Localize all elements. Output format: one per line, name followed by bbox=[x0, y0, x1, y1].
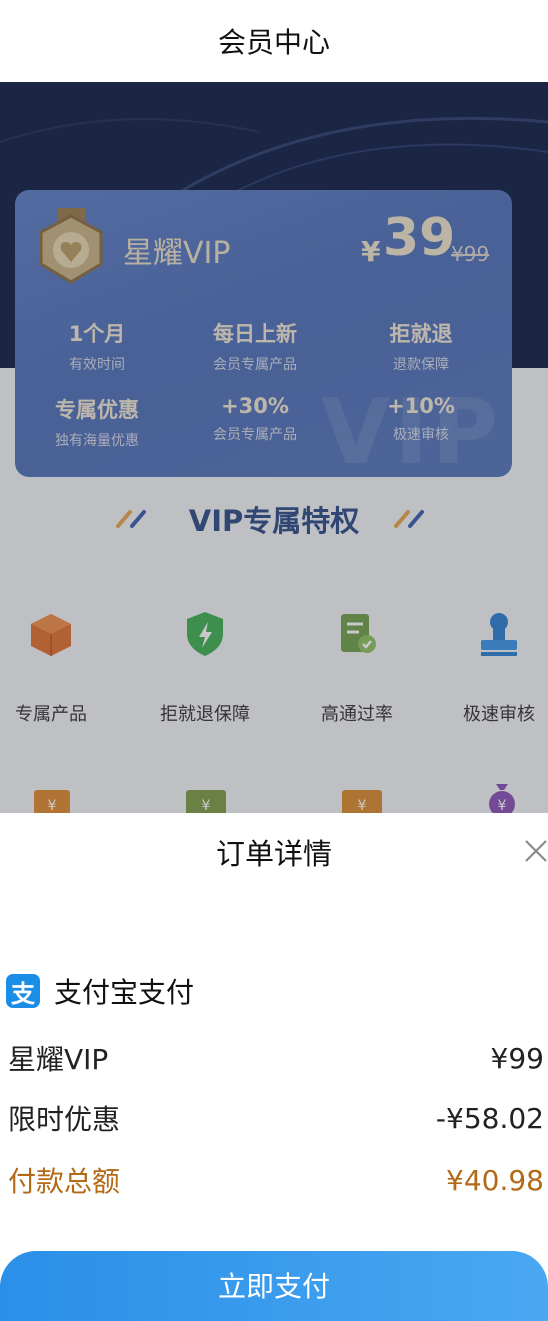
order-row-discount: 限时优惠 -¥58.02 bbox=[8, 1098, 544, 1138]
order-title: 订单详情 bbox=[215, 837, 332, 871]
page-header: 会员中心 bbox=[0, 0, 548, 82]
order-row-total: 付款总额 ¥40.98 bbox=[8, 1160, 544, 1200]
order-row-item: 星耀VIP ¥99 bbox=[8, 1038, 544, 1078]
payment-method-label: 支付宝支付 bbox=[54, 976, 195, 1009]
modal-overlay[interactable] bbox=[0, 82, 548, 818]
order-row-label: 付款总额 bbox=[8, 1165, 121, 1198]
order-row-value: ¥40.98 bbox=[446, 1163, 544, 1197]
alipay-icon: 支 bbox=[6, 974, 40, 1008]
order-row-value: ¥99 bbox=[490, 1041, 544, 1075]
close-icon[interactable] bbox=[520, 835, 548, 867]
order-row-value: -¥58.02 bbox=[435, 1101, 544, 1135]
payment-method[interactable]: 支 支付宝支付 bbox=[6, 971, 194, 1011]
page-title: 会员中心 bbox=[217, 26, 330, 59]
order-row-label: 星耀VIP bbox=[8, 1043, 109, 1076]
pay-now-button[interactable]: 立即支付 bbox=[0, 1251, 548, 1321]
order-row-label: 限时优惠 bbox=[8, 1103, 121, 1136]
